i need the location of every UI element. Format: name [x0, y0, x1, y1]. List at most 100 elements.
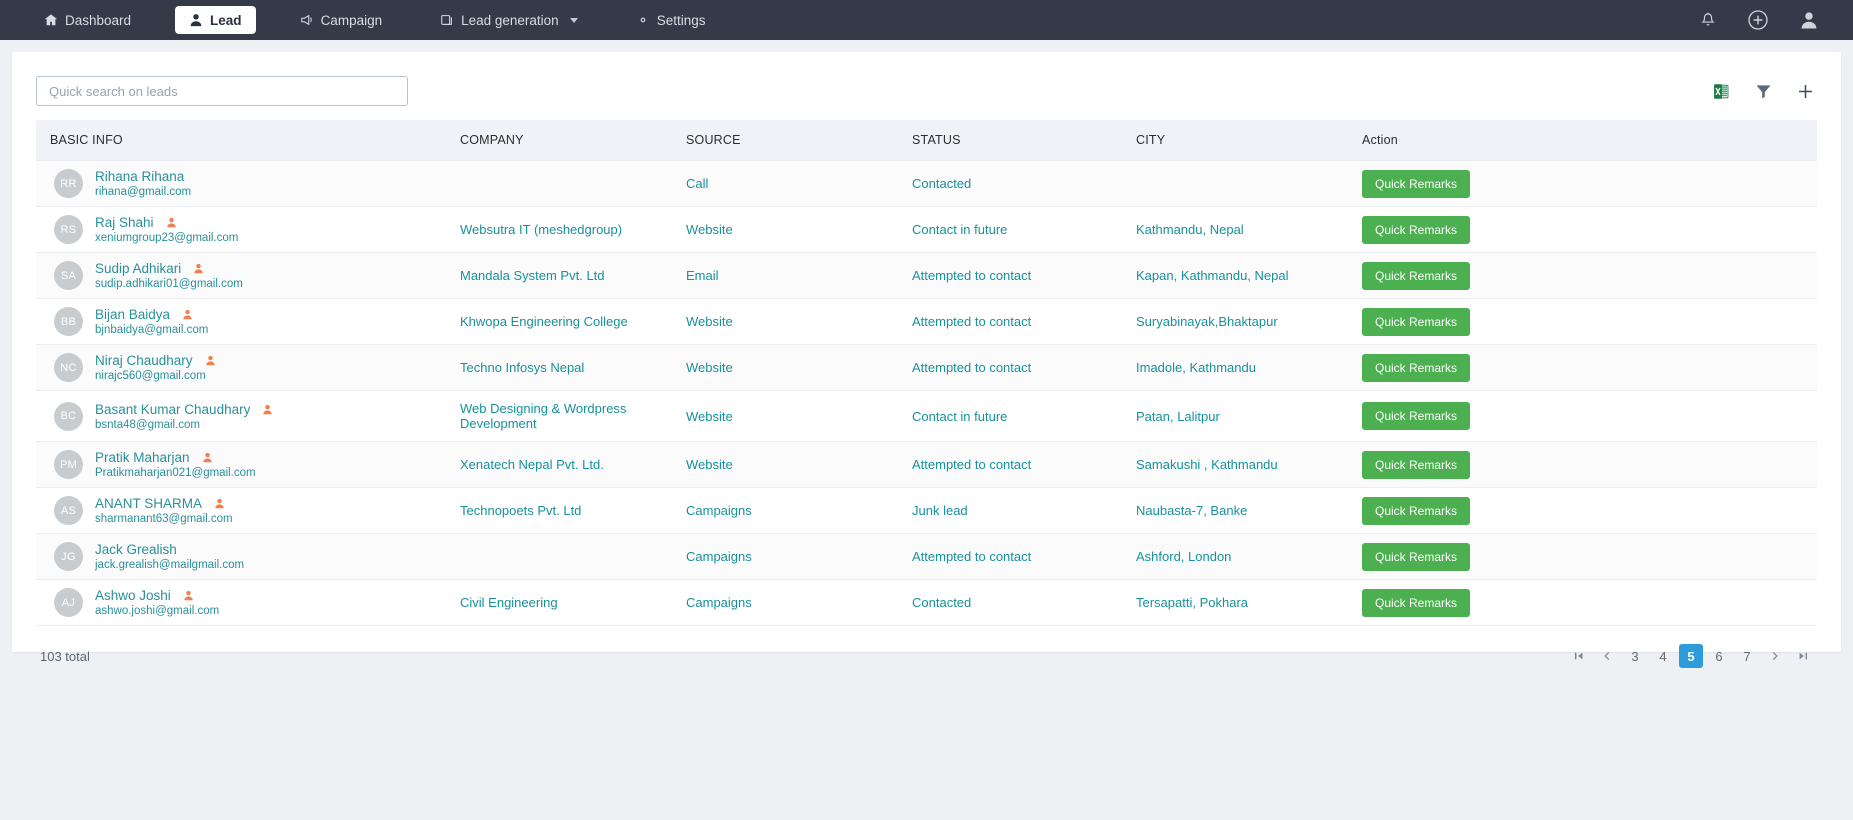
column-header-status[interactable]: STATUS — [898, 120, 1122, 161]
table-row[interactable]: NC Niraj Chaudhary nirajc560@gmail.com Tech… — [36, 344, 1817, 391]
nav-item-settings[interactable]: Settings — [622, 6, 720, 34]
cell-city[interactable]: Samakushi , Kathmandu — [1122, 441, 1348, 488]
cell-source[interactable]: Website — [672, 390, 898, 442]
quick-remarks-button[interactable]: Quick Remarks — [1362, 542, 1471, 571]
pagination-page-7[interactable]: 7 — [1735, 644, 1759, 668]
cell-status[interactable]: Attempted to contact — [898, 441, 1122, 488]
lead-email[interactable]: ashwo.joshi@gmail.com — [95, 605, 219, 617]
pagination-prev-button[interactable] — [1595, 644, 1619, 668]
column-header-city[interactable]: CITY — [1122, 120, 1348, 161]
cell-status[interactable]: Attempted to contact — [898, 298, 1122, 345]
excel-export-icon[interactable] — [1712, 82, 1731, 101]
filter-icon[interactable] — [1755, 83, 1772, 100]
lead-name[interactable]: Basant Kumar Chaudhary — [95, 402, 250, 417]
cell-city[interactable]: Tersapatti, Pokhara — [1122, 579, 1348, 626]
cell-source[interactable]: Website — [672, 441, 898, 488]
quick-remarks-button[interactable]: Quick Remarks — [1362, 353, 1471, 382]
lead-name[interactable]: Rihana Rihana — [95, 169, 184, 184]
lead-name[interactable]: Jack Grealish — [95, 542, 177, 557]
cell-source[interactable]: Website — [672, 206, 898, 253]
cell-company[interactable]: Websutra IT (meshedgroup) — [446, 206, 672, 253]
cell-company[interactable]: Techno Infosys Nepal — [446, 344, 672, 391]
lead-email[interactable]: bsnta48@gmail.com — [95, 419, 273, 431]
lead-email[interactable]: sharmanant63@gmail.com — [95, 513, 233, 525]
table-row[interactable]: SA Sudip Adhikari sudip.adhikari01@gmail.c… — [36, 252, 1817, 299]
lead-name[interactable]: Ashwo Joshi — [95, 588, 171, 603]
pagination-page-5[interactable]: 5 — [1679, 644, 1703, 668]
cell-city[interactable]: Patan, Lalitpur — [1122, 390, 1348, 442]
nav-item-lead-generation[interactable]: Lead generation — [426, 6, 592, 34]
bell-icon[interactable] — [1699, 11, 1717, 29]
cell-status[interactable]: Attempted to contact — [898, 344, 1122, 391]
cell-source[interactable]: Email — [672, 252, 898, 299]
lead-email[interactable]: jack.grealish@mailgmail.com — [95, 559, 244, 571]
quick-remarks-button[interactable]: Quick Remarks — [1362, 450, 1471, 479]
cell-city[interactable]: Kathmandu, Nepal — [1122, 206, 1348, 253]
lead-email[interactable]: bjnbaidya@gmail.com — [95, 324, 208, 336]
add-icon[interactable] — [1796, 82, 1815, 101]
table-row[interactable]: PM Pratik Maharjan Pratikmaharjan021@gmail… — [36, 441, 1817, 488]
cell-source[interactable]: Website — [672, 344, 898, 391]
column-header-company[interactable]: COMPANY — [446, 120, 672, 161]
cell-status[interactable]: Attempted to contact — [898, 252, 1122, 299]
column-header-source[interactable]: SOURCE — [672, 120, 898, 161]
quick-remarks-button[interactable]: Quick Remarks — [1362, 169, 1471, 198]
table-row[interactable]: AJ Ashwo Joshi ashwo.joshi@gmail.com Civil … — [36, 579, 1817, 626]
cell-source[interactable]: Campaigns — [672, 533, 898, 580]
cell-company[interactable]: Mandala System Pvt. Ltd — [446, 252, 672, 299]
plus-circle-icon[interactable] — [1747, 9, 1769, 31]
lead-email[interactable]: nirajc560@gmail.com — [95, 370, 216, 382]
cell-status[interactable]: Contacted — [898, 160, 1122, 207]
quick-remarks-button[interactable]: Quick Remarks — [1362, 588, 1471, 617]
pagination-page-4[interactable]: 4 — [1651, 644, 1675, 668]
cell-status[interactable]: Attempted to contact — [898, 533, 1122, 580]
cell-source[interactable]: Website — [672, 298, 898, 345]
cell-source[interactable]: Campaigns — [672, 579, 898, 626]
lead-name[interactable]: Bijan Baidya — [95, 307, 170, 322]
lead-name[interactable]: Niraj Chaudhary — [95, 353, 193, 368]
cell-company[interactable]: Civil Engineering — [446, 579, 672, 626]
pagination-page-6[interactable]: 6 — [1707, 644, 1731, 668]
lead-email[interactable]: rihana@gmail.com — [95, 186, 191, 198]
pagination-next-button[interactable] — [1763, 644, 1787, 668]
cell-source[interactable]: Call — [672, 160, 898, 207]
cell-city[interactable]: Ashford, London — [1122, 533, 1348, 580]
table-row[interactable]: BB Bijan Baidya bjnbaidya@gmail.com Khwopa … — [36, 298, 1817, 345]
lead-email[interactable]: Pratikmaharjan021@gmail.com — [95, 467, 256, 479]
quick-remarks-button[interactable]: Quick Remarks — [1362, 215, 1471, 244]
nav-item-lead[interactable]: Lead — [175, 6, 256, 34]
cell-status[interactable]: Contact in future — [898, 390, 1122, 442]
cell-city[interactable]: Imadole, Kathmandu — [1122, 344, 1348, 391]
table-row[interactable]: JG Jack Grealish jack.grealish@mailgmail.c… — [36, 533, 1817, 580]
quick-remarks-button[interactable]: Quick Remarks — [1362, 307, 1471, 336]
nav-item-campaign[interactable]: Campaign — [286, 6, 397, 34]
quick-remarks-button[interactable]: Quick Remarks — [1362, 496, 1471, 525]
cell-city[interactable]: Naubasta-7, Banke — [1122, 487, 1348, 534]
table-row[interactable]: AS ANANT SHARMA sharmanant63@gmail.com Tech… — [36, 487, 1817, 534]
quick-remarks-button[interactable]: Quick Remarks — [1362, 402, 1471, 430]
user-avatar-icon[interactable] — [1799, 10, 1819, 30]
lead-name[interactable]: Pratik Maharjan — [95, 450, 190, 465]
quick-remarks-button[interactable]: Quick Remarks — [1362, 261, 1471, 290]
lead-name[interactable]: ANANT SHARMA — [95, 496, 202, 511]
cell-company[interactable]: Web Designing & Wordpress Development — [446, 390, 672, 442]
table-row[interactable]: RS Raj Shahi xeniumgroup23@gmail.com Websut… — [36, 206, 1817, 253]
pagination-last-button[interactable] — [1791, 644, 1815, 668]
column-header-basic-info[interactable]: BASIC INFO — [36, 120, 446, 161]
lead-name[interactable]: Raj Shahi — [95, 215, 154, 230]
pagination-page-3[interactable]: 3 — [1623, 644, 1647, 668]
cell-source[interactable]: Campaigns — [672, 487, 898, 534]
cell-company[interactable]: Khwopa Engineering College — [446, 298, 672, 345]
lead-email[interactable]: sudip.adhikari01@gmail.com — [95, 278, 243, 290]
table-row[interactable]: RR Rihana Rihana rihana@gmail.com Call Conta… — [36, 160, 1817, 207]
table-row[interactable]: BC Basant Kumar Chaudhary bsnta48@gmail.co… — [36, 390, 1817, 442]
nav-item-dashboard[interactable]: Dashboard — [30, 6, 145, 34]
pagination-first-button[interactable] — [1567, 644, 1591, 668]
cell-status[interactable]: Junk lead — [898, 487, 1122, 534]
lead-name[interactable]: Sudip Adhikari — [95, 261, 181, 276]
search-input[interactable] — [36, 76, 408, 106]
cell-city[interactable]: Suryabinayak,Bhaktapur — [1122, 298, 1348, 345]
cell-company[interactable]: Xenatech Nepal Pvt. Ltd. — [446, 441, 672, 488]
cell-city[interactable]: Kapan, Kathmandu, Nepal — [1122, 252, 1348, 299]
cell-status[interactable]: Contact in future — [898, 206, 1122, 253]
